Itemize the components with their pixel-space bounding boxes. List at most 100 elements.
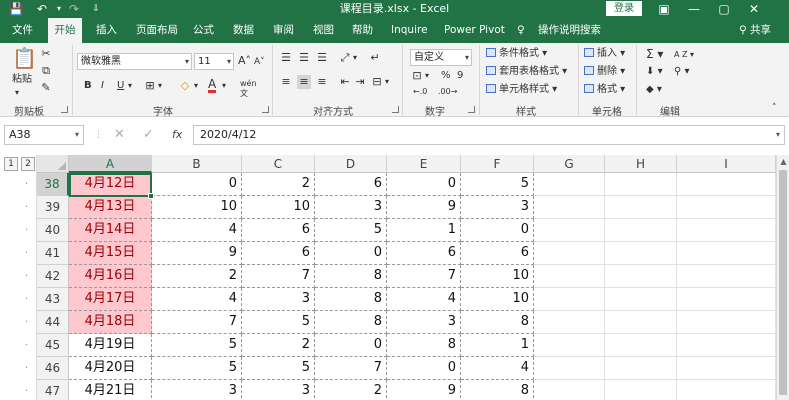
row-header[interactable]: 46 (37, 357, 69, 380)
cell-a42[interactable]: 4月16日 (69, 265, 152, 288)
cell-b41[interactable]: 9 (152, 242, 242, 265)
row-header[interactable]: 41 (37, 242, 69, 265)
minimize-icon[interactable]: — (680, 0, 708, 18)
cell-e41[interactable]: 6 (387, 242, 461, 265)
cell-b44[interactable]: 7 (152, 311, 242, 334)
align-right-icon[interactable]: ≡ (315, 75, 329, 89)
row-header[interactable]: 47 (37, 380, 69, 400)
cell-c39[interactable]: 10 (242, 196, 315, 219)
share-button[interactable]: ⚲ 共享 (739, 18, 771, 43)
row-header[interactable]: 43 (37, 288, 69, 311)
cell-c45[interactable]: 2 (242, 334, 315, 357)
tab-power-pivot[interactable]: Power Pivot (444, 18, 505, 43)
column-header-d[interactable]: D (315, 155, 387, 173)
tab-home[interactable]: 开始 (48, 18, 82, 43)
cell-i44[interactable] (677, 311, 776, 334)
cell-i40[interactable] (677, 219, 776, 242)
cell-d41[interactable]: 0 (315, 242, 387, 265)
scroll-up-icon[interactable]: ▲ (777, 155, 789, 168)
cell-g44[interactable] (534, 311, 605, 334)
fill-handle[interactable] (148, 193, 154, 199)
cell-d38[interactable]: 6 (315, 173, 387, 196)
cell-h45[interactable] (605, 334, 677, 357)
fill-button[interactable]: ⬇ ▾ (646, 65, 663, 79)
font-size-select[interactable]: 11 ▾ (194, 53, 234, 70)
format-painter-icon[interactable]: ✎ (40, 81, 52, 95)
cell-g38[interactable] (534, 173, 605, 196)
cell-a38[interactable]: 4月12日 (69, 173, 152, 196)
cell-f43[interactable]: 10 (461, 288, 534, 311)
tell-me-search[interactable]: 操作说明搜索 (538, 18, 601, 43)
tab-file[interactable]: 文件 (12, 18, 33, 43)
cell-f39[interactable]: 3 (461, 196, 534, 219)
cell-c42[interactable]: 7 (242, 265, 315, 288)
grow-font-button[interactable]: A˄ (238, 54, 251, 68)
column-header-a[interactable]: A (69, 155, 152, 173)
paste-button[interactable]: 粘贴 (12, 73, 32, 87)
column-header-h[interactable]: H (605, 155, 677, 173)
borders-dropdown-icon[interactable]: ▾ (158, 79, 162, 93)
cell-h43[interactable] (605, 288, 677, 311)
format-cells-button[interactable]: 格式 ▾ (584, 83, 625, 97)
insert-function-button[interactable]: fx (172, 126, 182, 144)
conditional-formatting-button[interactable]: 条件格式 ▾ (486, 47, 547, 61)
column-header-f[interactable]: F (461, 155, 534, 173)
cell-c46[interactable]: 5 (242, 357, 315, 380)
column-header-i[interactable]: I (677, 155, 776, 173)
outline-level-2-button[interactable]: 2 (21, 157, 35, 171)
cell-a43[interactable]: 4月17日 (69, 288, 152, 311)
cell-e39[interactable]: 9 (387, 196, 461, 219)
autosum-button[interactable]: Σ ▾ (646, 47, 663, 61)
cell-f42[interactable]: 10 (461, 265, 534, 288)
cell-f46[interactable]: 4 (461, 357, 534, 380)
cell-styles-button[interactable]: 单元格样式 ▾ (486, 83, 557, 97)
align-left-icon[interactable]: ≡ (279, 75, 293, 89)
increase-indent-icon[interactable]: ⇥ (353, 75, 367, 89)
align-middle-icon[interactable]: ☰ (297, 51, 311, 65)
enter-icon[interactable]: ✓ (143, 126, 154, 144)
cell-b40[interactable]: 4 (152, 219, 242, 242)
tab-formulas[interactable]: 公式 (193, 18, 214, 43)
decrease-indent-icon[interactable]: ⇤ (338, 75, 352, 89)
cell-g41[interactable] (534, 242, 605, 265)
copy-icon[interactable]: ⧉ (40, 64, 52, 78)
orientation-icon[interactable]: ⤢ (338, 51, 352, 65)
cell-e43[interactable]: 4 (387, 288, 461, 311)
number-format-select[interactable]: 自定义 ▾ (410, 49, 472, 66)
tab-insert[interactable]: 插入 (96, 18, 117, 43)
bold-button[interactable]: B (84, 79, 92, 93)
cell-d42[interactable]: 8 (315, 265, 387, 288)
cell-c38[interactable]: 2 (242, 173, 315, 196)
cell-g45[interactable] (534, 334, 605, 357)
select-all-button[interactable] (37, 155, 69, 173)
cell-b39[interactable]: 10 (152, 196, 242, 219)
cell-b42[interactable]: 2 (152, 265, 242, 288)
outline-level-1-button[interactable]: 1 (4, 157, 18, 171)
column-header-c[interactable]: C (242, 155, 315, 173)
italic-button[interactable]: I (101, 79, 104, 93)
cell-h40[interactable] (605, 219, 677, 242)
cell-i42[interactable] (677, 265, 776, 288)
column-header-e[interactable]: E (387, 155, 461, 173)
cell-h46[interactable] (605, 357, 677, 380)
accounting-format-icon[interactable]: ⊡ (410, 69, 424, 83)
insert-cells-button[interactable]: 插入 ▾ (584, 47, 625, 61)
cell-d43[interactable]: 8 (315, 288, 387, 311)
cell-d40[interactable]: 5 (315, 219, 387, 242)
row-header[interactable]: 40 (37, 219, 69, 242)
cell-c47[interactable]: 3 (242, 380, 315, 400)
cell-e42[interactable]: 7 (387, 265, 461, 288)
cell-f47[interactable]: 8 (461, 380, 534, 400)
cell-b38[interactable]: 0 (152, 173, 242, 196)
cell-h47[interactable] (605, 380, 677, 400)
align-top-icon[interactable]: ☰ (279, 51, 293, 65)
increase-decimal-icon[interactable]: ←.0 (413, 85, 427, 99)
cell-i39[interactable] (677, 196, 776, 219)
scroll-thumb[interactable] (779, 170, 787, 395)
cell-a40[interactable]: 4月14日 (69, 219, 152, 242)
cell-c44[interactable]: 5 (242, 311, 315, 334)
cell-i41[interactable] (677, 242, 776, 265)
cell-c41[interactable]: 6 (242, 242, 315, 265)
cell-a39[interactable]: 4月13日 (69, 196, 152, 219)
merge-dropdown-icon[interactable]: ▾ (385, 75, 389, 89)
